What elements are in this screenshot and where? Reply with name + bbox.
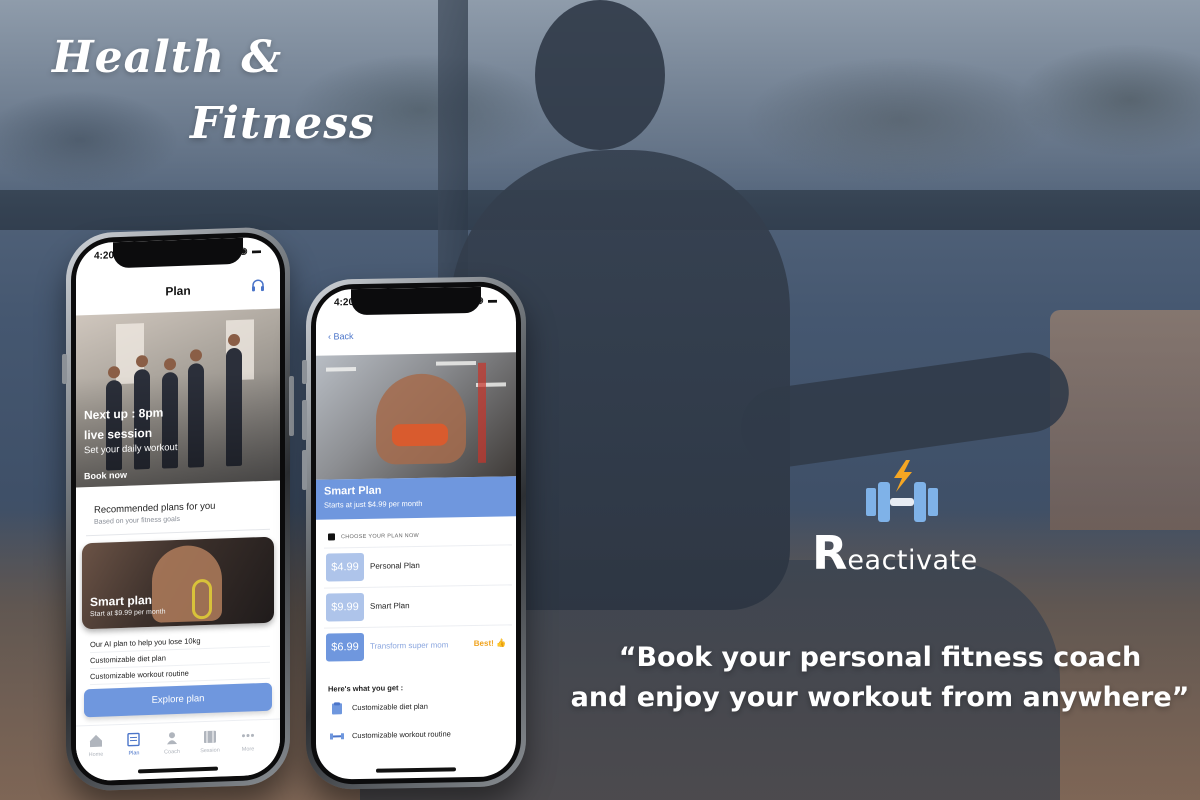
session-icon: [203, 730, 217, 744]
coach-icon: [165, 731, 179, 745]
option-name: Smart Plan: [370, 601, 410, 611]
tagline-quote: “Book your personal fitness coach and en…: [570, 642, 1190, 713]
best-badge: Best! 👍: [473, 638, 506, 648]
dumbbell-lightning-icon: [866, 460, 938, 526]
book-now-link[interactable]: Book now: [84, 470, 127, 482]
choose-plan-label: CHOOSE YOUR PLAN NOW: [328, 532, 419, 541]
tab-home[interactable]: Home: [78, 733, 114, 758]
headline-line1: Health &: [52, 32, 283, 83]
list-item: Customizable diet plan: [330, 700, 428, 716]
option-price: $4.99: [326, 552, 364, 582]
option-price: $9.99: [326, 592, 364, 622]
plan-icon: [127, 732, 141, 747]
home-icon: [89, 734, 103, 748]
status-time: 4:20: [94, 250, 115, 262]
next-up-time: Next up : 8pm: [84, 405, 164, 423]
checkbox-icon: [328, 533, 335, 541]
explore-plan-button[interactable]: Explore plan: [84, 682, 272, 718]
brand-name: Reactivate: [812, 526, 978, 580]
smart-plan-card[interactable]: Smart plan Start at $9.99 per month: [82, 536, 274, 630]
back-button[interactable]: ‹ Back: [328, 331, 354, 341]
live-session-hero[interactable]: Next up : 8pm live session Set your dail…: [76, 308, 280, 488]
plan-option-smart[interactable]: $9.99 Smart Plan: [324, 584, 512, 626]
session-label: live session: [84, 425, 153, 443]
clipboard-icon: [330, 701, 344, 715]
plan-features: Our AI plan to help you lose 10kg Custom…: [90, 630, 270, 686]
tab-bar: Home Plan Coach Session More: [76, 718, 280, 782]
tab-plan[interactable]: Plan: [116, 732, 152, 757]
phone-plan-screen: 4:20 ▮▮ ◉ ▬ Plan Next up : 8pm live sess…: [62, 226, 294, 792]
phone-smart-plan-screen: 4:20 ▮▮ ◉ ▬ ‹ Back Smart Plan Starts at …: [302, 276, 526, 790]
more-icon: [241, 728, 255, 742]
thumbs-up-icon: 👍: [496, 638, 506, 648]
plan-subtitle: Starts at just $4.99 per month: [324, 498, 423, 510]
tab-more[interactable]: More: [230, 728, 266, 753]
tab-coach[interactable]: Coach: [154, 731, 190, 756]
list-item: Customizable workout routine: [330, 727, 451, 743]
plan-title: Smart Plan: [324, 484, 382, 498]
plan-option-personal[interactable]: $4.99 Personal Plan: [324, 544, 512, 586]
option-name: Personal Plan: [370, 560, 420, 571]
smart-plan-hero-image: [316, 352, 516, 480]
dumbbell-icon: [330, 729, 344, 743]
card-title: Smart plan: [90, 592, 153, 610]
tab-session[interactable]: Session: [192, 729, 228, 754]
plan-banner: Smart Plan Starts at just $4.99 per mont…: [316, 476, 516, 520]
headset-icon[interactable]: [250, 277, 266, 294]
option-price: $6.99: [326, 632, 364, 662]
chevron-left-icon: ‹: [328, 331, 331, 342]
headline-line2: Fitness: [190, 98, 375, 149]
benefits-title: Here's what you get :: [328, 683, 404, 694]
option-name: Transform super mom: [370, 640, 449, 651]
plan-option-transform[interactable]: $6.99 Transform super mom Best! 👍: [324, 624, 512, 666]
